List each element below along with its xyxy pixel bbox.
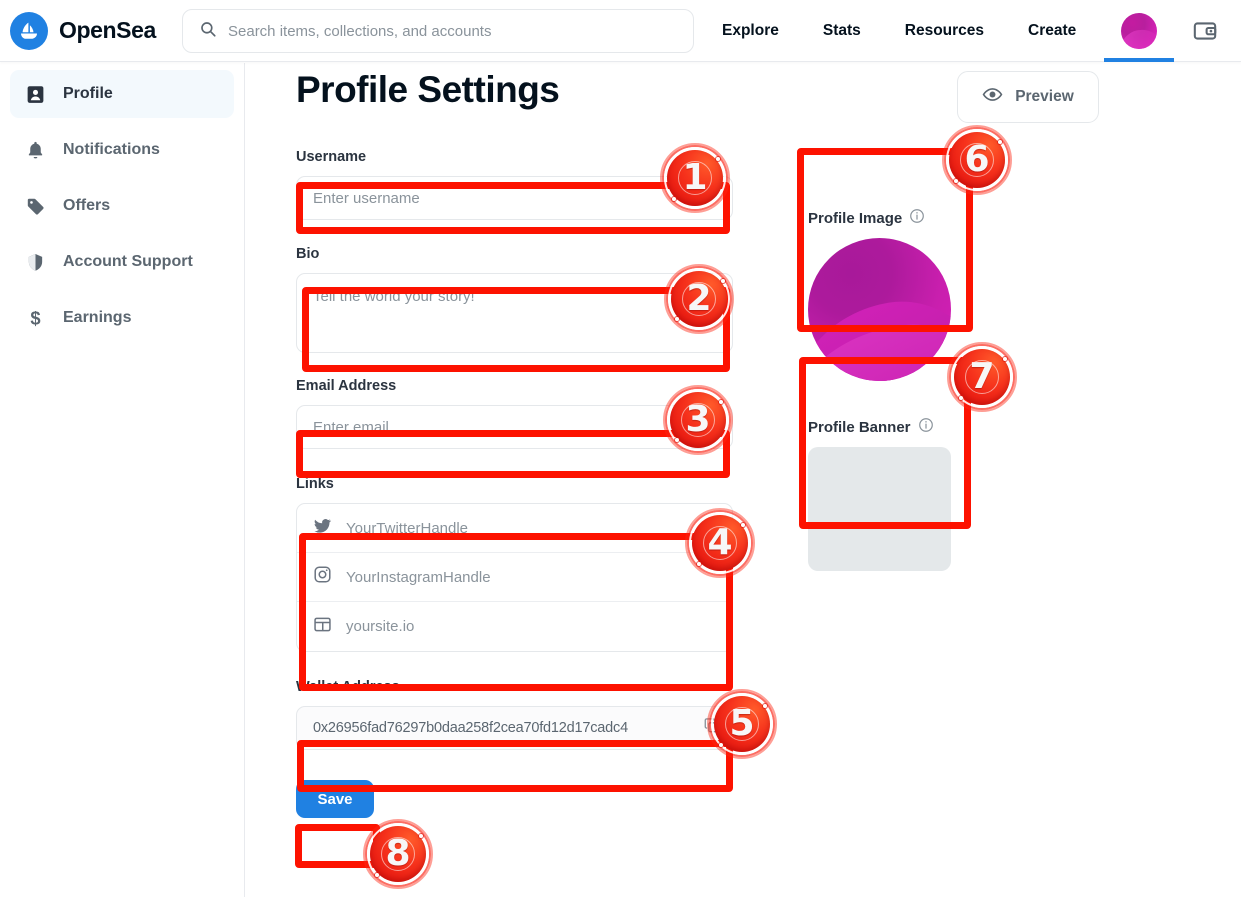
username-label: Username: [296, 149, 367, 165]
sidebar-item-earnings[interactable]: $ Earnings: [10, 294, 234, 342]
main-content: Profile Settings Preview Username Enter …: [246, 63, 1241, 897]
instagram-link-row[interactable]: YourInstagramHandle: [297, 553, 732, 602]
page-title: Profile Settings: [296, 69, 560, 110]
nav-item-explore[interactable]: Explore: [700, 0, 801, 62]
twitter-icon: [313, 516, 332, 540]
preview-button[interactable]: Preview: [957, 71, 1099, 123]
nav-item-stats[interactable]: Stats: [801, 0, 883, 62]
eye-icon: [982, 84, 1003, 110]
search-input[interactable]: Search items, collections, and accounts: [182, 9, 694, 53]
username-field-group: Username Enter username: [296, 149, 741, 220]
wallet-address-input[interactable]: 0x26956fad76297b0daa258f2cea70fd12d17cad…: [296, 706, 733, 750]
bio-label: Bio: [296, 246, 320, 262]
bio-placeholder: Tell the world your story!: [313, 288, 475, 305]
username-input[interactable]: Enter username: [296, 176, 733, 220]
active-nav-indicator: [1104, 58, 1174, 62]
wallet-button[interactable]: [1190, 16, 1220, 46]
sidebar-item-label: Offers: [63, 197, 111, 214]
brand-name: OpenSea: [59, 17, 156, 43]
email-field-group: Email Address Enter email: [296, 378, 741, 449]
profile-image-block: Profile Image: [808, 208, 1008, 381]
media-column: Profile Image Profile Banner: [808, 208, 1008, 571]
search-placeholder: Search items, collections, and accounts: [228, 22, 492, 40]
sidebar-item-label: Profile: [63, 85, 113, 102]
profile-banner-preview[interactable]: [808, 447, 951, 571]
sidebar: Profile Notifications Offers Account Sup…: [0, 63, 245, 897]
sidebar-item-label: Earnings: [63, 309, 132, 326]
top-header: OpenSea Search items, collections, and a…: [0, 0, 1241, 62]
profile-icon: [24, 83, 46, 105]
nav-item-create[interactable]: Create: [1006, 0, 1098, 62]
dollar-icon: $: [24, 307, 46, 329]
copy-icon[interactable]: [703, 717, 720, 739]
links-label: Links: [296, 476, 334, 492]
save-button[interactable]: Save: [296, 780, 374, 818]
website-placeholder: yoursite.io: [346, 618, 415, 635]
bio-textarea[interactable]: Tell the world your story!: [296, 273, 733, 353]
profile-banner-label: Profile Banner: [808, 419, 911, 436]
opensea-sailboat-logo-icon: [10, 11, 48, 50]
profile-image-label-row: Profile Image: [808, 208, 1008, 229]
email-label: Email Address: [296, 378, 397, 394]
shield-icon: [24, 251, 46, 273]
info-icon[interactable]: [918, 417, 934, 438]
account-avatar-button[interactable]: [1103, 0, 1175, 62]
links-field-group: Links YourTwitterHandle YourInstagramHan…: [296, 476, 741, 652]
profile-banner-label-row: Profile Banner: [808, 417, 1008, 438]
profile-image-preview[interactable]: [808, 238, 951, 381]
settings-form: Username Enter username Bio Tell the wor…: [296, 149, 741, 818]
profile-image-label: Profile Image: [808, 210, 903, 227]
tag-icon: [24, 195, 46, 217]
sidebar-item-label: Account Support: [63, 253, 193, 270]
svg-text:$: $: [30, 308, 40, 329]
save-button-label: Save: [317, 790, 353, 808]
sidebar-item-label: Notifications: [63, 141, 160, 158]
preview-button-label: Preview: [1015, 88, 1074, 105]
sidebar-item-account-support[interactable]: Account Support: [10, 238, 234, 286]
twitter-link-row[interactable]: YourTwitterHandle: [297, 504, 732, 553]
brand-logo[interactable]: OpenSea: [10, 11, 156, 50]
wallet-address-value: 0x26956fad76297b0daa258f2cea70fd12d17cad…: [313, 720, 628, 736]
bio-field-group: Bio Tell the world your story!: [296, 246, 741, 353]
user-avatar-icon: [1121, 13, 1157, 49]
main-nav: Explore Stats Resources Create: [700, 0, 1098, 62]
sidebar-item-offers[interactable]: Offers: [10, 182, 234, 230]
sidebar-item-notifications[interactable]: Notifications: [10, 126, 234, 174]
profile-banner-block: Profile Banner: [808, 417, 1008, 571]
email-placeholder: Enter email: [313, 418, 389, 436]
links-group: YourTwitterHandle YourInstagramHandle yo…: [296, 503, 733, 652]
email-input[interactable]: Enter email: [296, 405, 733, 449]
twitter-placeholder: YourTwitterHandle: [346, 519, 469, 537]
bell-icon: [24, 139, 46, 161]
instagram-placeholder: YourInstagramHandle: [346, 568, 491, 586]
username-placeholder: Enter username: [313, 189, 420, 207]
website-link-row[interactable]: yoursite.io: [297, 602, 732, 651]
instagram-icon: [313, 565, 332, 589]
search-icon: [199, 20, 217, 43]
sidebar-item-profile[interactable]: Profile: [10, 70, 234, 118]
wallet-field-group: Wallet Address 0x26956fad76297b0daa258f2…: [296, 679, 741, 750]
wallet-address-label: Wallet Address: [296, 679, 400, 695]
website-icon: [313, 615, 332, 639]
info-icon[interactable]: [909, 208, 925, 229]
nav-item-resources[interactable]: Resources: [883, 0, 1006, 62]
